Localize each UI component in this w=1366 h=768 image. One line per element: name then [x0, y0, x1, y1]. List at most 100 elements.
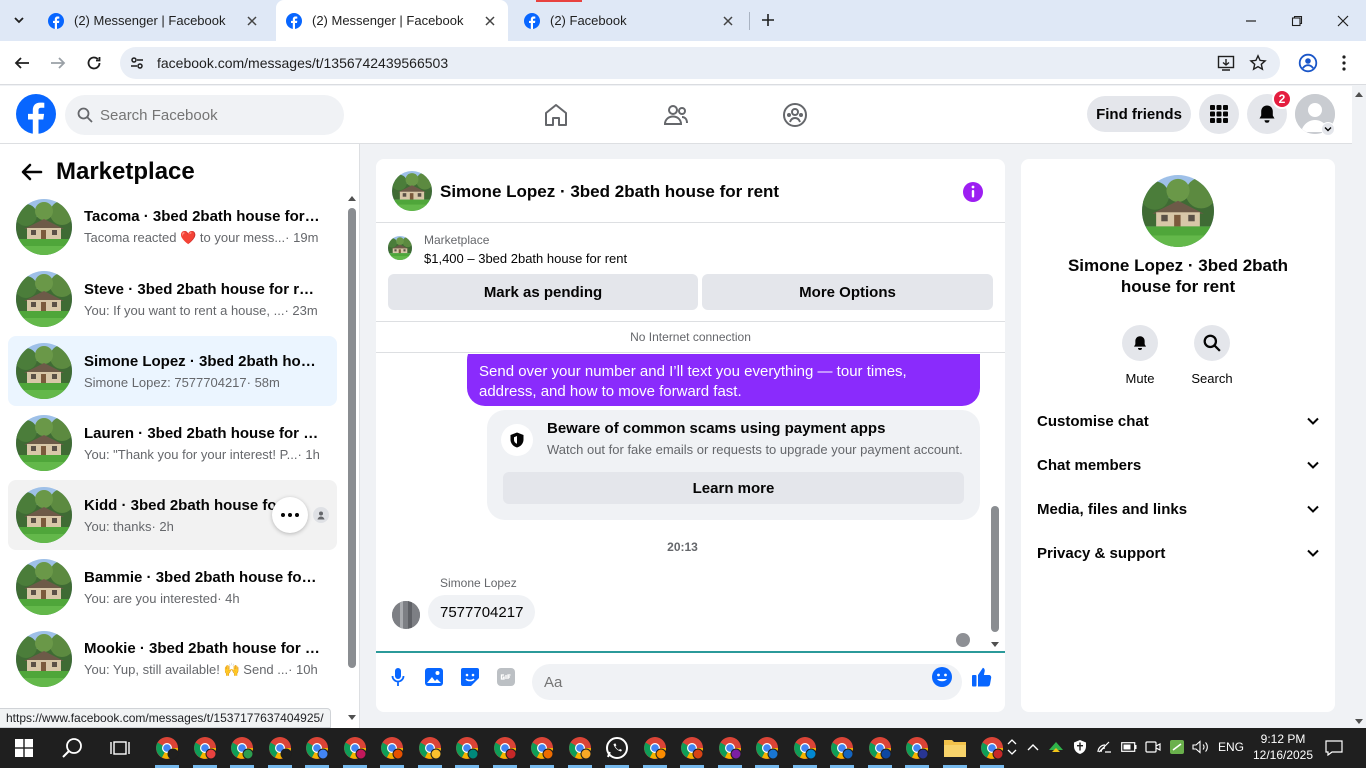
sender-avatar[interactable]: [392, 601, 420, 629]
site-settings-icon[interactable]: [129, 55, 145, 71]
menu-button[interactable]: [1199, 94, 1239, 134]
taskbar-search-button[interactable]: [60, 736, 84, 760]
scrollbar-thumb[interactable]: [348, 208, 356, 668]
conversation-options-button[interactable]: [272, 497, 308, 533]
taskbar-app-chrome[interactable]: [193, 736, 217, 760]
close-window-button[interactable]: [1320, 0, 1366, 41]
taskbar-app-chrome[interactable]: [343, 736, 367, 760]
taskbar-app-chrome[interactable]: [868, 736, 892, 760]
search-action[interactable]: Search: [1182, 325, 1242, 386]
arrow-left-icon[interactable]: [20, 160, 44, 184]
find-friends-button[interactable]: Find friends: [1087, 96, 1191, 132]
close-tab-icon[interactable]: [482, 13, 498, 29]
url-text[interactable]: facebook.com/messages/t/1356742439566503: [157, 55, 448, 71]
incoming-message[interactable]: 7577704217: [428, 595, 536, 629]
taskbar-app-folder[interactable]: [943, 736, 967, 760]
taskbar-app-chrome[interactable]: [905, 736, 929, 760]
contact-avatar[interactable]: [1142, 175, 1214, 247]
forward-button[interactable]: [46, 51, 70, 75]
scrollbar-thumb[interactable]: [991, 506, 999, 632]
listing-thumbnail[interactable]: [388, 236, 412, 260]
taskbar-app-chrome[interactable]: [980, 736, 1004, 760]
reload-button[interactable]: [82, 51, 106, 75]
conversation-item[interactable]: Steve · 3bed 2bath house for rent You: If…: [8, 264, 337, 334]
details-section-row[interactable]: Media, files and links: [1037, 487, 1319, 531]
chat-avatar[interactable]: [392, 171, 432, 211]
tray-network-app[interactable]: [1047, 738, 1065, 756]
facebook-logo-icon[interactable]: [16, 94, 56, 134]
nav-home[interactable]: [541, 100, 571, 130]
minimize-button[interactable]: [1228, 0, 1274, 41]
taskbar-app-chrome[interactable]: [155, 736, 179, 760]
facebook-search[interactable]: [65, 95, 344, 135]
taskbar-app-chrome[interactable]: [418, 736, 442, 760]
tray-battery[interactable]: [1120, 738, 1138, 756]
taskbar-app-chrome[interactable]: [755, 736, 779, 760]
address-bar[interactable]: facebook.com/messages/t/1356742439566503: [120, 47, 1280, 79]
taskbar-app-chrome[interactable]: [830, 736, 854, 760]
bookmark-button[interactable]: [1246, 51, 1270, 75]
tray-app-green[interactable]: [1168, 738, 1186, 756]
more-options-button[interactable]: More Options: [702, 274, 993, 310]
listing-title[interactable]: $1,400 – 3bed 2bath house for rent: [424, 251, 627, 266]
account-chevron[interactable]: [1321, 122, 1335, 136]
details-section-row[interactable]: Chat members: [1037, 443, 1319, 487]
input-language[interactable]: ENG: [1218, 740, 1244, 754]
action-center-button[interactable]: [1324, 738, 1344, 758]
conversation-item[interactable]: Bammie · 3bed 2bath house for ... You: ar…: [8, 552, 337, 622]
scroll-up-icon[interactable]: [1354, 90, 1364, 98]
sticker-button[interactable]: [459, 666, 481, 688]
taskbar-app-chrome[interactable]: [493, 736, 517, 760]
close-tab-icon[interactable]: [244, 13, 260, 29]
facebook-search-input[interactable]: [100, 95, 330, 135]
show-hidden-icons[interactable]: [1024, 738, 1042, 756]
browser-tab-2[interactable]: (2) Messenger | Facebook: [276, 0, 508, 41]
details-section-row[interactable]: Customise chat: [1037, 399, 1319, 443]
mark-as-pending-button[interactable]: Mark as pending: [388, 274, 698, 310]
taskbar-app-chrome[interactable]: [268, 736, 292, 760]
browser-tab-1[interactable]: (2) Messenger | Facebook: [38, 0, 270, 41]
browser-tab-3[interactable]: (2) Facebook: [514, 0, 746, 41]
outgoing-message[interactable]: Send over your number and I’ll text you …: [467, 354, 980, 406]
message-thread-scrollbar[interactable]: [990, 354, 1000, 651]
taskbar-app-chrome[interactable]: [530, 736, 554, 760]
tray-wifi[interactable]: [1096, 738, 1114, 756]
taskbar-app-chrome[interactable]: [305, 736, 329, 760]
details-section-row[interactable]: Privacy & support: [1037, 531, 1319, 575]
conversation-item[interactable]: Simone Lopez · 3bed 2bath hou... Simone L…: [8, 336, 337, 406]
close-tab-icon[interactable]: [720, 13, 736, 29]
back-button[interactable]: [10, 51, 34, 75]
taskbar-app-chrome[interactable]: [643, 736, 667, 760]
tray-volume[interactable]: [1192, 738, 1210, 756]
taskbar-app-chrome[interactable]: [455, 736, 479, 760]
scroll-down-icon[interactable]: [1354, 718, 1364, 726]
scroll-down-icon[interactable]: [990, 641, 1000, 649]
taskbar-scroll-arrows[interactable]: [1004, 738, 1020, 756]
conversation-list-scrollbar[interactable]: [347, 192, 357, 724]
nav-groups[interactable]: [780, 100, 810, 130]
voice-clip-button[interactable]: [387, 666, 409, 688]
learn-more-button[interactable]: Learn more: [503, 472, 964, 504]
conversation-item[interactable]: Tacoma · 3bed 2bath house for r... Tacoma…: [8, 192, 337, 262]
info-icon[interactable]: [962, 181, 984, 203]
conversation-item[interactable]: Lauren · 3bed 2bath house for r... You: "…: [8, 408, 337, 478]
gif-button[interactable]: [495, 666, 517, 688]
chat-title[interactable]: Simone Lopez · 3bed 2bath house for rent: [440, 182, 779, 202]
search-icon[interactable]: [1194, 325, 1230, 361]
like-button[interactable]: [971, 666, 993, 688]
taskbar-app-chrome[interactable]: [380, 736, 404, 760]
mute-action[interactable]: Mute: [1110, 325, 1170, 386]
taskbar-app-chrome[interactable]: [230, 736, 254, 760]
new-tab-button[interactable]: [757, 9, 779, 31]
conversation-item[interactable]: Mookie · 3bed 2bath house for r... You: Y…: [8, 624, 337, 694]
task-view-button[interactable]: [108, 736, 132, 760]
message-input[interactable]: [532, 664, 962, 700]
taskbar-app-chrome[interactable]: [568, 736, 592, 760]
restore-button[interactable]: [1274, 0, 1320, 41]
taskbar-app-chrome[interactable]: [718, 736, 742, 760]
emoji-button[interactable]: [931, 666, 953, 688]
scroll-up-icon[interactable]: [347, 194, 357, 202]
scroll-down-icon[interactable]: [347, 714, 357, 722]
tab-search-button[interactable]: [8, 9, 30, 31]
nav-friends[interactable]: [661, 100, 691, 130]
